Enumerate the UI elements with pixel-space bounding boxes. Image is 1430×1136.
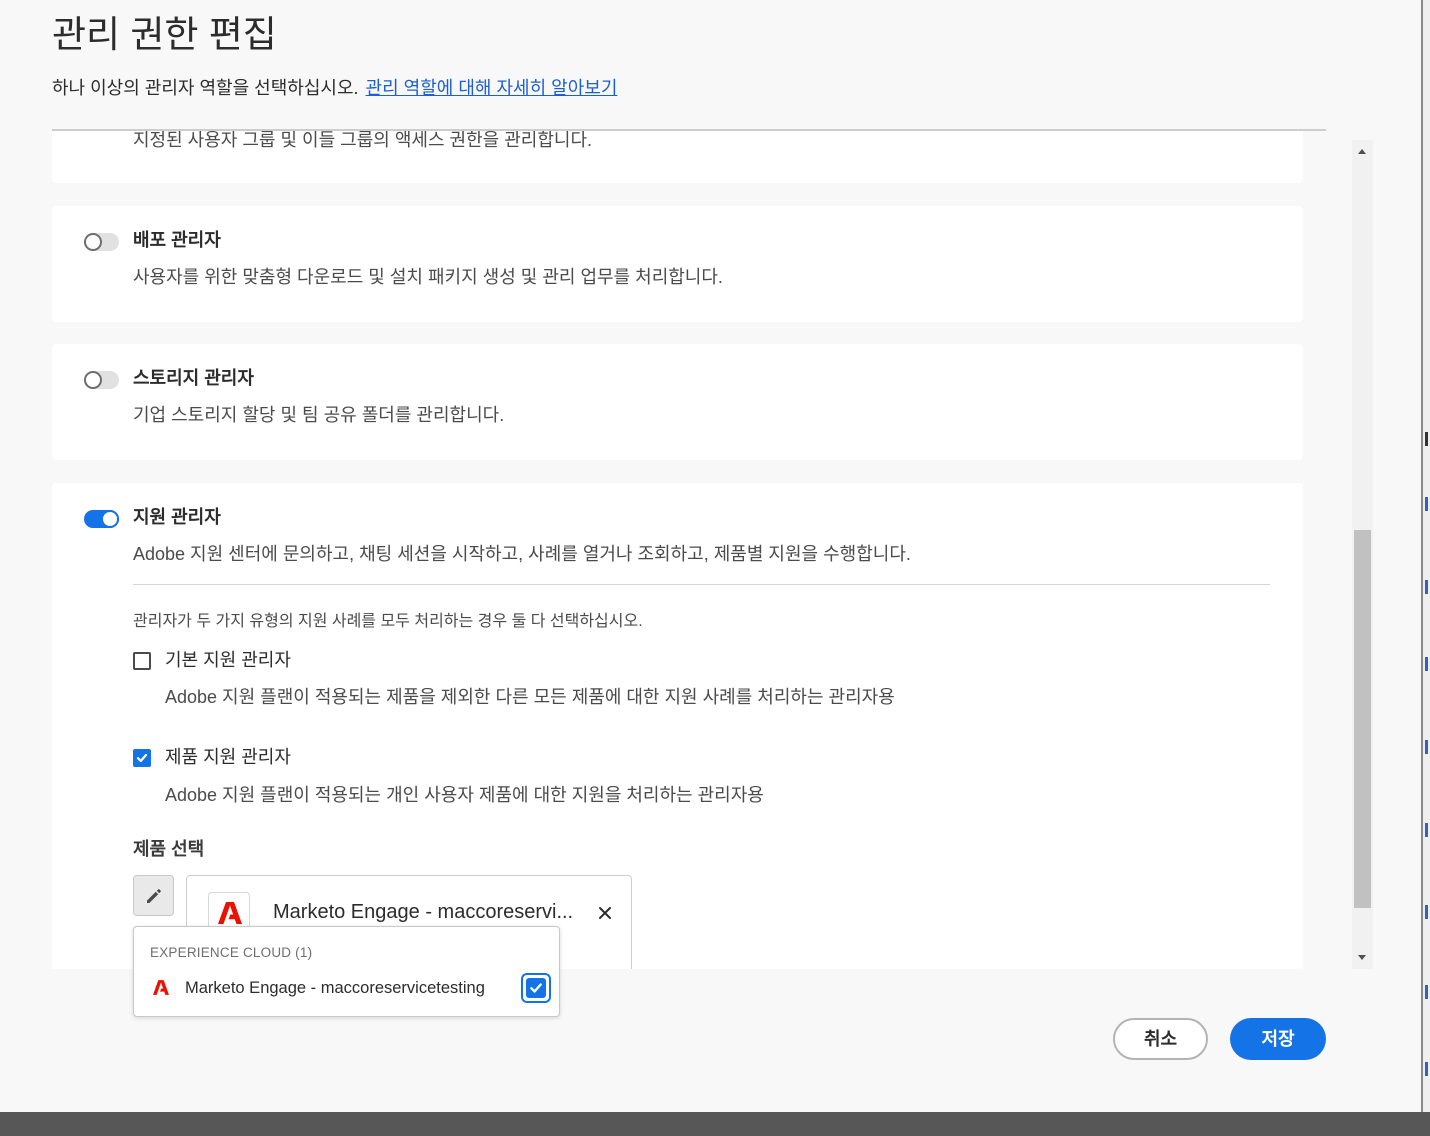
role-card-deployment-admin: 배포 관리자 사용자를 위한 맞춤형 다운로드 및 설치 패키지 생성 및 관리… [52, 206, 1303, 322]
storage-admin-toggle[interactable] [84, 371, 119, 389]
product-support-admin-checkbox[interactable] [133, 749, 151, 767]
adobe-logo-icon [218, 902, 242, 924]
learn-more-link[interactable]: 관리 역할에 대해 자세히 알아보기 [366, 78, 618, 98]
product-support-admin-description: Adobe 지원 플랜이 적용되는 개인 사용자 제품에 대한 지원을 처리하는… [165, 785, 764, 805]
background-page-mark [1425, 497, 1428, 511]
product-option-checkbox[interactable] [521, 973, 551, 1003]
scroll-up-arrow[interactable] [1352, 142, 1373, 162]
deployment-admin-toggle[interactable] [84, 233, 119, 251]
background-page-mark [1425, 823, 1428, 837]
basic-support-admin-checkbox[interactable] [133, 652, 151, 670]
pencil-icon [147, 889, 161, 903]
product-support-admin-label: 제품 지원 관리자 [165, 747, 291, 767]
selected-product-name: Marketo Engage - maccoreservi... [273, 901, 574, 923]
basic-support-admin-description: Adobe 지원 플랜이 적용되는 제품을 제외한 다른 모든 제품에 대한 지… [165, 687, 895, 707]
background-page-mark [1425, 580, 1428, 594]
role-title: 스토리지 관리자 [133, 368, 254, 388]
background-page-mark [1425, 740, 1428, 754]
dialog-title: 관리 권한 편집 [52, 14, 277, 55]
background-page-mark [1425, 1062, 1428, 1076]
role-title: 지원 관리자 [133, 507, 221, 527]
role-list-scroll-area[interactable]: 지정된 사용자 그룹 및 이들 그룹의 액세스 권한을 관리합니다. 배포 관리… [52, 131, 1303, 969]
toggle-knob [101, 510, 119, 528]
edit-products-button[interactable] [133, 875, 174, 916]
remove-product-button[interactable] [598, 906, 612, 920]
cancel-button[interactable]: 취소 [1113, 1018, 1208, 1060]
role-card-clipped: 지정된 사용자 그룹 및 이들 그룹의 액세스 권한을 관리합니다. [52, 131, 1303, 183]
scroll-down-arrow[interactable] [1352, 947, 1373, 967]
background-page-mark [1425, 432, 1428, 446]
toggle-knob [84, 371, 102, 389]
product-option-name: Marketo Engage - maccoreservicetesting [185, 979, 485, 997]
adobe-logo-icon [153, 980, 169, 995]
background-page-bottom [0, 1112, 1430, 1136]
role-card-storage-admin: 스토리지 관리자 기업 스토리지 할당 및 팀 공유 폴더를 관리합니다. [52, 344, 1303, 460]
role-card-support-admin: 지원 관리자 Adobe 지원 센터에 문의하고, 채팅 세션을 시작하고, 사… [52, 483, 1303, 969]
role-description: Adobe 지원 센터에 문의하고, 채팅 세션을 시작하고, 사례를 열거나 … [133, 544, 911, 564]
subtitle-text: 하나 이상의 관리자 역할을 선택하십시오. [52, 78, 359, 98]
basic-support-admin-label: 기본 지원 관리자 [165, 650, 291, 670]
support-admin-toggle[interactable] [84, 510, 119, 528]
support-type-hint: 관리자가 두 가지 유형의 지원 사례를 모두 처리하는 경우 둘 다 선택하십… [133, 613, 643, 630]
toggle-knob [84, 233, 102, 251]
section-divider [133, 584, 1270, 585]
edit-admin-rights-dialog: 관리 권한 편집 하나 이상의 관리자 역할을 선택하십시오. 관리 역할에 대해… [0, 0, 1421, 1112]
background-page-edge [1421, 0, 1430, 1112]
product-picker-popover: EXPERIENCE CLOUD (1) Marketo Engage - ma… [133, 926, 560, 1017]
checkmark-icon [530, 983, 542, 993]
close-icon [599, 907, 611, 919]
product-group-header: EXPERIENCE CLOUD (1) [150, 945, 313, 960]
scrollbar-thumb[interactable] [1354, 530, 1371, 908]
vertical-scrollbar[interactable] [1352, 140, 1373, 969]
role-description: 사용자를 위한 맞춤형 다운로드 및 설치 패키지 생성 및 관리 업무를 처리… [133, 267, 723, 287]
background-page-mark [1425, 657, 1428, 671]
checkmark-icon [136, 753, 148, 763]
checkbox-checked [526, 978, 546, 998]
role-description: 기업 스토리지 할당 및 팀 공유 폴더를 관리합니다. [133, 405, 505, 425]
dialog-subtitle: 하나 이상의 관리자 역할을 선택하십시오. 관리 역할에 대해 자세히 알아보기 [52, 76, 617, 100]
save-button[interactable]: 저장 [1230, 1018, 1326, 1060]
product-select-label: 제품 선택 [133, 839, 205, 859]
background-page-mark [1425, 985, 1428, 999]
background-page-mark [1425, 905, 1428, 919]
role-title: 배포 관리자 [133, 230, 221, 250]
role-description: 지정된 사용자 그룹 및 이들 그룹의 액세스 권한을 관리합니다. [133, 131, 593, 150]
